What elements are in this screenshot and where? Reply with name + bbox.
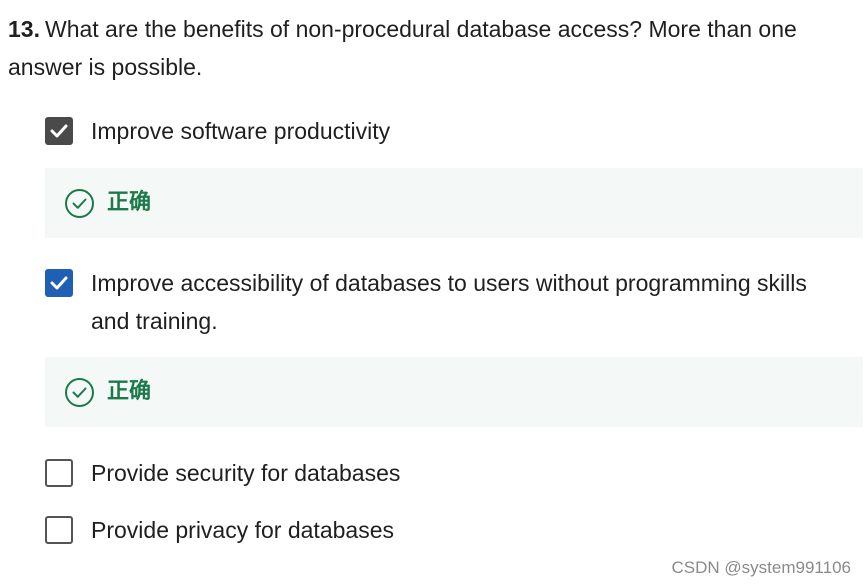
- answer-option-4[interactable]: Provide privacy for databases: [45, 511, 845, 549]
- question-number: 13.: [8, 16, 40, 42]
- answer-option-3[interactable]: Provide security for databases: [45, 454, 845, 492]
- check-circle-icon: [65, 378, 94, 407]
- checkbox-unchecked[interactable]: [45, 459, 73, 487]
- feedback-correct-1: 正确: [45, 168, 863, 238]
- check-icon: [50, 276, 68, 290]
- option-label: Provide privacy for databases: [91, 517, 394, 543]
- checkbox-checked[interactable]: [45, 117, 73, 145]
- question-text: What are the benefits of non-procedural …: [8, 16, 797, 80]
- feedback-text: 正确: [107, 190, 152, 215]
- feedback-text: 正确: [107, 379, 152, 404]
- answer-option-1[interactable]: Improve software productivity: [45, 112, 845, 150]
- feedback-correct-2: 正确: [45, 357, 863, 427]
- question: 13. What are the benefits of non-procedur…: [8, 10, 838, 86]
- option-label: Improve accessibility of databases to us…: [91, 270, 807, 334]
- watermark: CSDN @system991106: [671, 558, 851, 577]
- answer-option-2[interactable]: Improve accessibility of databases to us…: [45, 264, 845, 340]
- check-circle-icon: [65, 189, 94, 218]
- check-icon: [50, 124, 68, 138]
- option-label: Provide security for databases: [91, 460, 401, 486]
- option-label: Improve software productivity: [91, 118, 391, 144]
- checkbox-checked[interactable]: [45, 269, 73, 297]
- checkbox-unchecked[interactable]: [45, 516, 73, 544]
